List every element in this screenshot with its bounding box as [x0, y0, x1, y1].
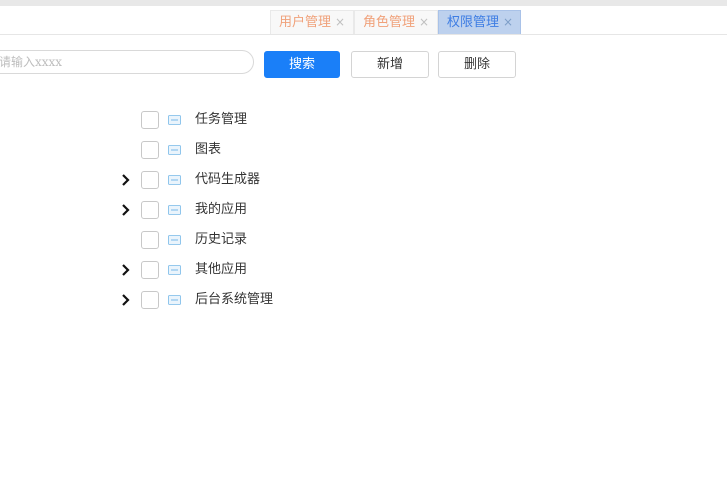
- tree-checkbox[interactable]: [141, 291, 159, 309]
- tree-node[interactable]: 任务管理: [0, 105, 400, 135]
- menu-icon: [168, 115, 181, 125]
- search-input[interactable]: [0, 50, 254, 74]
- menu-icon: [168, 265, 181, 275]
- tree-checkbox[interactable]: [141, 261, 159, 279]
- tree-checkbox[interactable]: [141, 231, 159, 249]
- tree-node[interactable]: 代码生成器: [0, 165, 400, 195]
- chevron-right-icon[interactable]: [120, 203, 132, 217]
- tab-role-management[interactable]: 角色管理 ×: [354, 10, 438, 34]
- chevron-right-icon[interactable]: [120, 293, 132, 307]
- delete-button[interactable]: 删除: [438, 51, 516, 78]
- tree-checkbox[interactable]: [141, 141, 159, 159]
- menu-icon: [168, 295, 181, 305]
- close-icon[interactable]: ×: [503, 11, 513, 33]
- tree-node-label: 图表: [195, 142, 222, 157]
- tab-bar: 用户管理 × 角色管理 × 权限管理 ×: [0, 10, 727, 35]
- tab-label: 角色管理: [363, 15, 416, 30]
- chevron-right-icon[interactable]: [120, 263, 132, 277]
- add-button[interactable]: 新增: [351, 51, 429, 78]
- tree-node[interactable]: 图表: [0, 135, 400, 165]
- tree-node-label: 历史记录: [195, 232, 248, 247]
- tree-node-label: 我的应用: [195, 202, 248, 217]
- tree-node-label: 其他应用: [195, 262, 248, 277]
- search-button[interactable]: 搜索: [264, 51, 340, 78]
- tree-node[interactable]: 后台系统管理: [0, 285, 400, 315]
- tab-label: 用户管理: [279, 15, 332, 30]
- tree-node[interactable]: 其他应用: [0, 255, 400, 285]
- tree-checkbox[interactable]: [141, 171, 159, 189]
- chevron-right-icon[interactable]: [120, 173, 132, 187]
- tree-node-label: 代码生成器: [195, 172, 261, 187]
- tab-user-management[interactable]: 用户管理 ×: [270, 10, 354, 34]
- tab-label: 权限管理: [447, 15, 500, 30]
- tree-node[interactable]: 我的应用: [0, 195, 400, 225]
- close-icon[interactable]: ×: [335, 11, 345, 33]
- tree-node-label: 任务管理: [195, 112, 248, 127]
- tab-permission-management[interactable]: 权限管理 ×: [438, 10, 521, 34]
- menu-icon: [168, 205, 181, 215]
- close-icon[interactable]: ×: [419, 11, 429, 33]
- tree-checkbox[interactable]: [141, 111, 159, 129]
- menu-icon: [168, 175, 181, 185]
- tree-node-label: 后台系统管理: [195, 292, 274, 307]
- top-strip: [0, 0, 727, 6]
- tree-checkbox[interactable]: [141, 201, 159, 219]
- menu-icon: [168, 235, 181, 245]
- menu-icon: [168, 145, 181, 155]
- tree-node[interactable]: 历史记录: [0, 225, 400, 255]
